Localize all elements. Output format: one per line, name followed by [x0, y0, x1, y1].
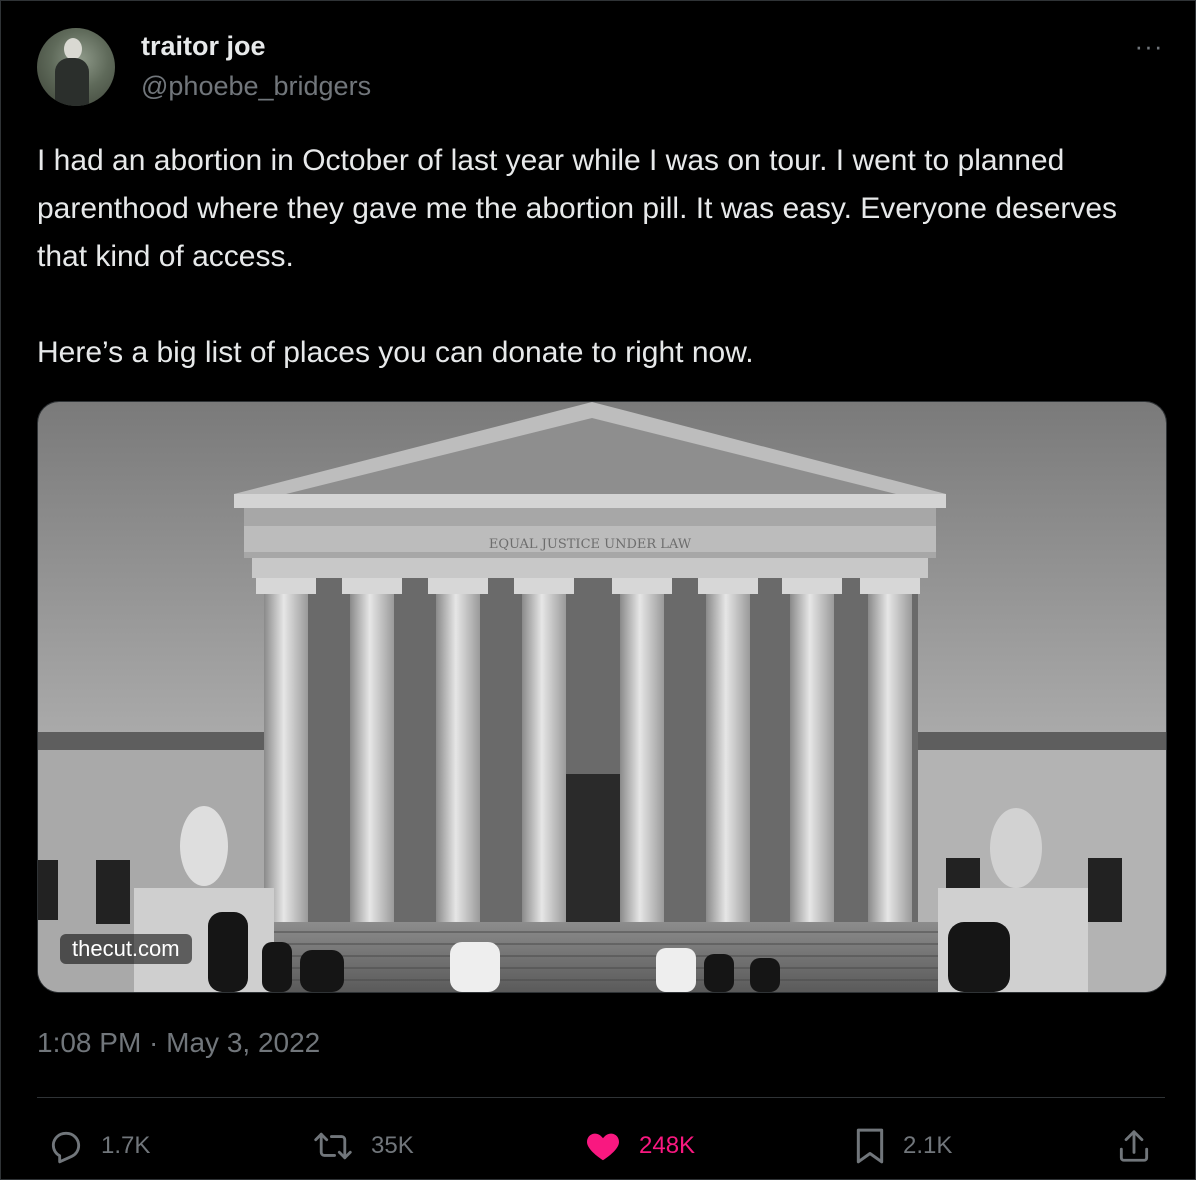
tweet-paragraph: I had an abortion in October of last yea…: [37, 144, 1118, 273]
avatar-body: [55, 58, 89, 106]
divider: [37, 1097, 1165, 1098]
timestamp[interactable]: 1:08 PM · May 3, 2022: [37, 1027, 320, 1059]
share-button[interactable]: [1115, 1121, 1153, 1171]
user-handle[interactable]: @phoebe_bridgers: [141, 71, 371, 102]
tweet-card: traitor joe @phoebe_bridgers ··· I had a…: [0, 0, 1196, 1180]
tweet-text: I had an abortion in October of last yea…: [37, 137, 1157, 377]
bookmark-icon: [856, 1128, 884, 1164]
reply-icon: [51, 1131, 81, 1164]
bookmark-button[interactable]: 2.1K: [853, 1121, 952, 1171]
retweet-icon: [314, 1132, 352, 1160]
like-button[interactable]: 248K: [583, 1121, 695, 1171]
avatar-head: [64, 38, 82, 60]
more-icon[interactable]: ···: [1129, 31, 1169, 61]
media-image[interactable]: EQUAL JUSTICE UNDER LAW thecut.com: [37, 401, 1167, 993]
bookmark-count: 2.1K: [903, 1132, 953, 1159]
retweet-button[interactable]: 35K: [311, 1121, 414, 1171]
inscription-text: EQUAL JUSTICE UNDER LAW: [489, 537, 692, 552]
share-icon: [1119, 1130, 1149, 1162]
link-domain[interactable]: thecut.com: [60, 934, 192, 964]
supreme-court-photo: EQUAL JUSTICE UNDER LAW: [38, 402, 1166, 992]
avatar[interactable]: [37, 28, 115, 106]
tweet-paragraph: Here’s a big list of places you can dona…: [37, 336, 754, 369]
retweet-count: 35K: [371, 1132, 414, 1159]
heart-icon: [587, 1133, 619, 1161]
reply-button[interactable]: 1.7K: [47, 1121, 150, 1171]
like-count: 248K: [639, 1132, 696, 1159]
reply-count: 1.7K: [101, 1132, 151, 1159]
display-name[interactable]: traitor joe: [141, 31, 266, 62]
